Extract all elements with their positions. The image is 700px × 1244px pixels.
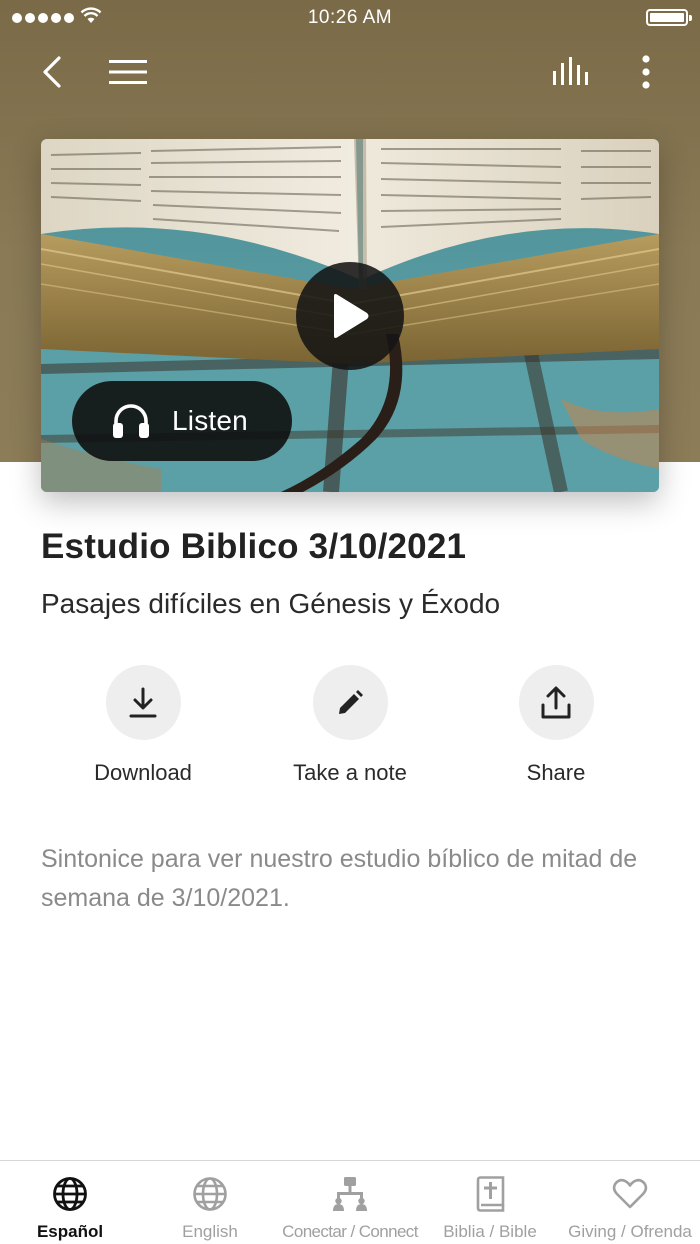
tab-connect[interactable]: Conectar / Connect [280,1161,420,1244]
more-vertical-icon [642,55,650,89]
tab-giving[interactable]: Giving / Ofrenda [560,1161,700,1244]
audio-bars-icon [553,57,588,85]
page-title: Estudio Biblico 3/10/2021 [41,527,467,566]
hamburger-icon [109,60,147,84]
share-icon [541,686,571,718]
take-note-label: Take a note [293,760,407,785]
network-icon [330,1174,370,1214]
hero-image[interactable]: Listen [41,139,659,492]
tab-label: Español [36,1222,104,1241]
play-icon [334,294,369,338]
listen-label: Listen [172,405,248,436]
globe-icon [50,1174,90,1214]
status-time: 10:26 AM [307,7,393,28]
tab-bible[interactable]: Biblia / Bible [420,1161,560,1244]
play-button[interactable] [296,262,404,370]
tab-label: English [182,1222,238,1241]
tab-label: Biblia / Bible [443,1222,537,1241]
tab-label: Giving / Ofrenda [568,1222,692,1241]
menu-button[interactable] [104,48,152,96]
audio-button[interactable] [548,48,596,96]
tab-espanol[interactable]: Español [0,1161,140,1244]
share-label: Share [526,760,586,785]
headphones-icon [112,403,150,439]
back-button[interactable] [28,48,76,96]
tab-english[interactable]: English [140,1161,280,1244]
tab-bar: Español English Conectar / Connect Bibli… [0,1160,700,1244]
heart-icon [610,1174,650,1214]
bible-icon [470,1174,510,1214]
battery-icon [646,9,692,26]
download-label: Download [94,760,192,785]
listen-button[interactable]: Listen [72,381,292,461]
description-text: Sintonice para ver nuestro estudio bíbli… [41,845,638,912]
more-button[interactable] [622,48,670,96]
tab-label: Conectar / Connect [282,1222,418,1241]
share-button[interactable]: Share [456,665,656,786]
download-icon [129,687,157,717]
chevron-left-icon [43,56,61,88]
pencil-icon [339,689,363,714]
status-bar: 10:26 AM [0,0,700,36]
globe-icon [190,1174,230,1214]
download-button[interactable]: Download [43,665,243,786]
page-subtitle: Pasajes difíciles en Génesis y Éxodo [41,588,501,619]
take-note-button[interactable]: Take a note [250,665,450,786]
